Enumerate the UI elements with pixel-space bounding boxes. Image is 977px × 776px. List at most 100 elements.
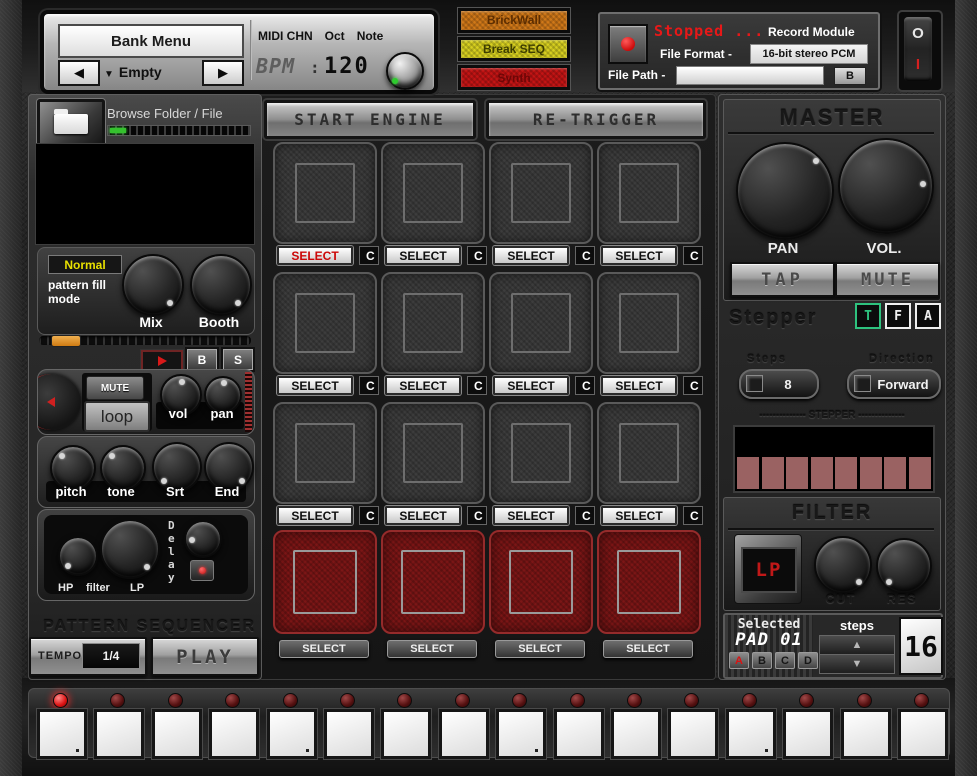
browse-folder-button[interactable] [37, 99, 105, 149]
clear-button-r3c4[interactable]: C [683, 506, 703, 525]
fill-mode-button[interactable]: Normal [48, 255, 122, 274]
select-button-r2c1[interactable]: SELECT [277, 376, 353, 395]
trigger-key-1[interactable] [37, 709, 87, 759]
trigger-key-16[interactable] [898, 709, 948, 759]
brickwall-button[interactable]: BrickWall [458, 8, 570, 33]
stepper-mode-t-button[interactable]: T [855, 303, 881, 329]
clear-button-r3c2[interactable]: C [467, 506, 487, 525]
hp-knob[interactable] [58, 536, 98, 576]
select-button-r2c4[interactable]: SELECT [601, 376, 677, 395]
bank-menu-button[interactable]: Bank Menu [58, 24, 244, 58]
drum-pad-r1c4[interactable] [597, 142, 701, 244]
bank-next-button[interactable]: ▶ [202, 60, 244, 86]
drum-pad-r4c2[interactable] [381, 530, 485, 634]
file-path-input[interactable] [676, 66, 824, 85]
pad-bank-c-button[interactable]: C [775, 652, 795, 669]
browse-path-button[interactable]: B [834, 67, 866, 85]
bank-prev-button[interactable]: ◀ [58, 60, 100, 86]
drum-pad-r2c3[interactable] [489, 272, 593, 374]
clear-button-r2c4[interactable]: C [683, 376, 703, 395]
delay-toggle-button[interactable] [190, 560, 214, 581]
select-button-r3c3[interactable]: SELECT [493, 506, 569, 525]
bank-select-dropdown[interactable]: ▼ Empty [104, 64, 162, 80]
select-button-r2c3[interactable]: SELECT [493, 376, 569, 395]
synth-button[interactable]: Synth [458, 65, 570, 91]
loop-mute-button[interactable]: MUTE [86, 376, 144, 400]
master-vol-knob[interactable] [838, 138, 934, 234]
trigger-key-15[interactable] [840, 709, 891, 759]
crossfade-slider[interactable] [39, 335, 251, 347]
trigger-key-8[interactable] [438, 709, 489, 759]
delay-knob[interactable] [184, 520, 222, 558]
drum-pad-r2c4[interactable] [597, 272, 701, 374]
re-trigger-button[interactable]: RE-TRIGGER [486, 100, 706, 139]
slider-handle[interactable] [51, 335, 81, 347]
loop-b-button[interactable]: B [187, 349, 217, 370]
clear-button-r3c3[interactable]: C [575, 506, 595, 525]
trigger-key-9[interactable] [496, 709, 547, 759]
stepper-cell-3[interactable] [786, 457, 808, 489]
drum-pad-r3c1[interactable] [273, 402, 377, 504]
file-list-display[interactable] [35, 143, 255, 245]
master-pan-knob[interactable] [736, 142, 834, 240]
drum-pad-r4c1[interactable] [273, 530, 377, 634]
drum-pad-r3c3[interactable] [489, 402, 593, 504]
select-button-r4c4[interactable]: SELECT [603, 640, 693, 658]
select-button-r4c2[interactable]: SELECT [387, 640, 477, 658]
jog-wheel[interactable] [38, 374, 81, 430]
cut-knob[interactable] [814, 536, 872, 594]
clear-button-r1c3[interactable]: C [575, 246, 595, 265]
drum-pad-r3c4[interactable] [597, 402, 701, 504]
clear-button-r1c2[interactable]: C [467, 246, 487, 265]
sequencer-play-button[interactable]: PLAY [151, 637, 259, 676]
file-format-select[interactable]: 16-bit stereo PCM [750, 44, 868, 64]
loop-s-button[interactable]: S [223, 349, 253, 370]
drum-pad-r2c2[interactable] [381, 272, 485, 374]
tempo-button[interactable]: TEMPO 1/4 [29, 637, 147, 676]
drum-pad-r1c1[interactable] [273, 142, 377, 244]
trigger-key-11[interactable] [611, 709, 661, 759]
drum-pad-r1c3[interactable] [489, 142, 593, 244]
select-button-r3c1[interactable]: SELECT [277, 506, 353, 525]
power-switch[interactable]: O I [904, 17, 932, 81]
drum-pad-r3c2[interactable] [381, 402, 485, 504]
trigger-key-2[interactable] [94, 709, 145, 759]
steps-down-button[interactable]: ▼ [819, 654, 895, 674]
select-button-r1c2[interactable]: SELECT [385, 246, 461, 265]
stepper-mode-f-button[interactable]: F [885, 303, 911, 329]
clear-button-r2c2[interactable]: C [467, 376, 487, 395]
trigger-key-4[interactable] [209, 709, 260, 759]
booth-knob[interactable] [190, 254, 252, 316]
select-button-r3c4[interactable]: SELECT [601, 506, 677, 525]
start-engine-button[interactable]: START ENGINE [264, 100, 476, 139]
clear-button-r3c1[interactable]: C [359, 506, 379, 525]
trigger-key-5[interactable] [266, 709, 317, 759]
pad-bank-a-button[interactable]: A [729, 652, 749, 669]
select-button-r1c3[interactable]: SELECT [493, 246, 569, 265]
stepper-cell-4[interactable] [810, 457, 833, 489]
loop-play-button[interactable] [141, 350, 183, 371]
mix-knob[interactable] [122, 254, 184, 316]
select-button-r1c4[interactable]: SELECT [601, 246, 677, 265]
select-button-r1c1[interactable]: SELECT [277, 246, 353, 265]
select-button-r4c1[interactable]: SELECT [279, 640, 369, 658]
stepper-cell-1[interactable] [737, 457, 759, 489]
trigger-key-14[interactable] [783, 709, 834, 759]
pad-bank-b-button[interactable]: B [752, 652, 772, 669]
select-button-r3c2[interactable]: SELECT [385, 506, 461, 525]
trigger-key-7[interactable] [381, 709, 432, 759]
steps-select[interactable]: 8 [739, 369, 819, 399]
stepper-mode-a-button[interactable]: A [915, 303, 941, 329]
record-button[interactable] [608, 24, 648, 64]
direction-select[interactable]: Forward [847, 369, 941, 399]
drum-pad-r4c4[interactable] [597, 530, 701, 634]
trigger-key-3[interactable] [151, 709, 202, 759]
loop-toggle-button[interactable]: loop [84, 401, 150, 432]
stepper-cell-2[interactable] [761, 457, 784, 489]
trigger-key-6[interactable] [324, 709, 374, 759]
stepper-cell-6[interactable] [859, 457, 882, 489]
midi-knob[interactable] [386, 52, 424, 90]
stepper-cell-5[interactable] [835, 457, 857, 489]
tap-button[interactable]: TAP [730, 262, 835, 297]
clear-button-r1c4[interactable]: C [683, 246, 703, 265]
